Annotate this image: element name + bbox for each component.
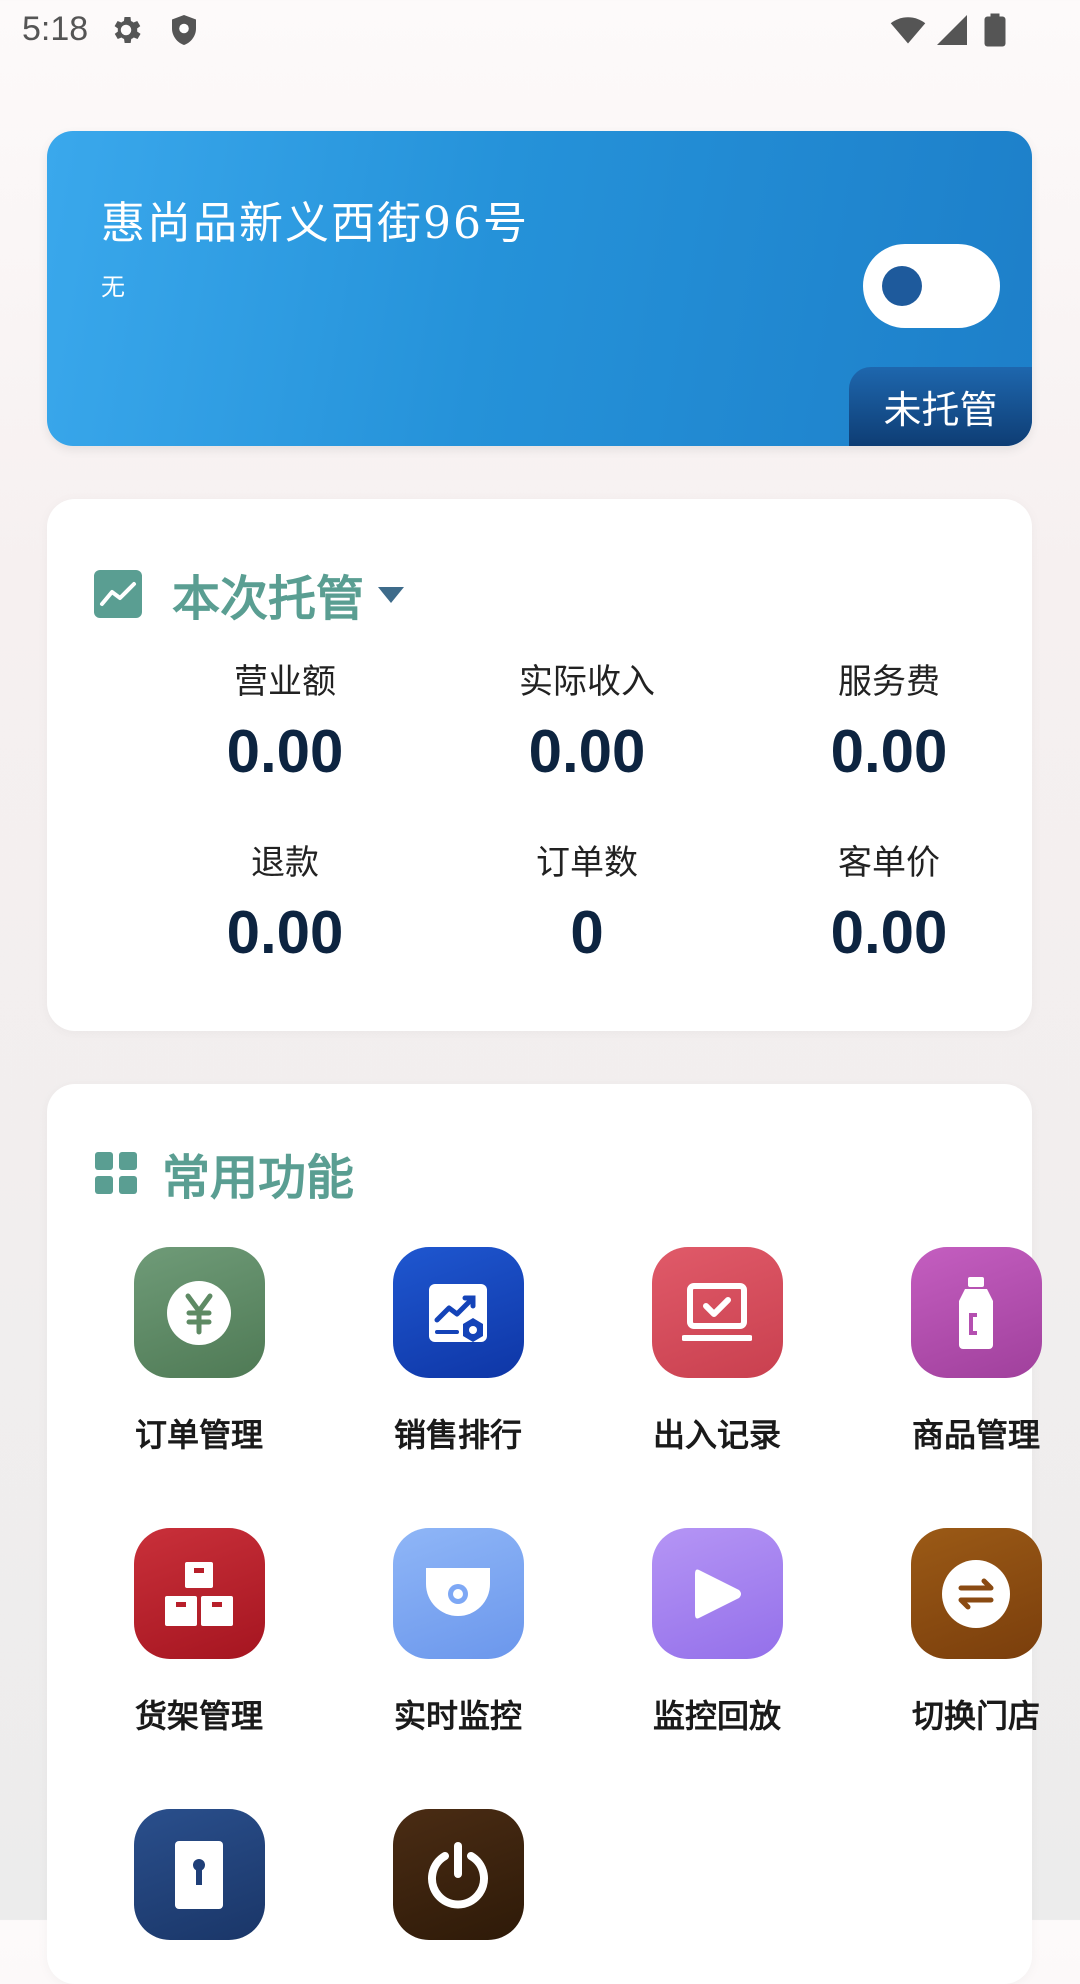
stat-order-count: 订单数 0 xyxy=(437,835,737,967)
func-icon-bg xyxy=(133,1528,265,1659)
play-icon xyxy=(695,1569,741,1618)
functions-title: 常用功能 xyxy=(162,1150,355,1206)
shield-icon xyxy=(172,15,196,45)
stat-value: 0.00 xyxy=(830,718,948,785)
func-label: 商品管理 xyxy=(911,1416,1040,1454)
status-bar: 5:18 xyxy=(0,0,1080,62)
stat-service-fee: 服务费 0.00 xyxy=(739,654,1039,786)
trend-chart-icon xyxy=(94,570,142,618)
grid-icon xyxy=(95,1152,137,1194)
func-sales-ranking[interactable]: 销售排行 xyxy=(358,1247,558,1456)
func-label: 订单管理 xyxy=(134,1416,263,1454)
stat-value: 0.00 xyxy=(830,899,948,966)
functions-header: 常用功能 xyxy=(94,1138,354,1208)
laptop-check-icon xyxy=(682,1282,752,1341)
func-order-management[interactable]: 订单管理 xyxy=(99,1247,299,1456)
stats-title: 本次托管 xyxy=(172,571,365,627)
func-icon-bg xyxy=(910,1528,1042,1659)
power-icon xyxy=(428,1841,488,1908)
func-label: 实时监控 xyxy=(393,1697,522,1735)
store-subtitle: 无 xyxy=(101,273,125,301)
func-shelf-management[interactable]: 货架管理 xyxy=(99,1528,299,1737)
stat-label: 订单数 xyxy=(536,843,638,883)
signal-icon xyxy=(937,15,967,45)
stat-label: 营业额 xyxy=(234,662,336,702)
func-label: 出入记录 xyxy=(652,1416,781,1454)
bottle-icon xyxy=(959,1276,993,1349)
stats-card: 本次托管 营业额 0.00 实际收入 0.00 服务费 0.00 退款 0.00… xyxy=(47,499,1032,1031)
stat-value: 0.00 xyxy=(528,718,646,785)
func-label: 销售排行 xyxy=(393,1416,522,1454)
func-switch-store[interactable]: 切换门店 xyxy=(876,1528,1076,1737)
stat-value: 0.00 xyxy=(226,718,344,785)
stat-value: 0.00 xyxy=(226,899,344,966)
func-icon-bg xyxy=(910,1247,1042,1378)
switch-icon xyxy=(942,1559,1010,1628)
wifi-icon xyxy=(890,17,926,44)
func-access-records[interactable]: 出入记录 xyxy=(617,1247,817,1456)
yuan-icon xyxy=(167,1280,231,1345)
stat-refund: 退款 0.00 xyxy=(135,835,435,967)
func-power[interactable] xyxy=(358,1809,558,1972)
status-time: 5:18 xyxy=(22,10,89,48)
chart-icon xyxy=(429,1283,487,1342)
boxes-icon xyxy=(165,1561,233,1626)
func-icon-bg xyxy=(133,1247,265,1378)
hosting-status-badge: 未托管 xyxy=(849,367,1032,446)
func-product-management[interactable]: 商品管理 xyxy=(876,1247,1076,1456)
func-icon-bg xyxy=(392,1247,524,1378)
battery-icon xyxy=(984,13,1006,47)
func-label: 切换门店 xyxy=(911,1697,1040,1735)
stat-avg-order-value: 客单价 0.00 xyxy=(739,835,1039,967)
stat-revenue: 营业额 0.00 xyxy=(135,654,435,786)
functions-card: 常用功能 订单管理 销售排行 出入记录 商品管理 货架管理 实时监控 监控回放 … xyxy=(47,1084,1042,1984)
func-playback[interactable]: 监控回放 xyxy=(617,1528,817,1737)
camera-icon xyxy=(426,1567,490,1616)
stat-label: 服务费 xyxy=(838,662,940,702)
stat-actual-income: 实际收入 0.00 xyxy=(437,654,737,786)
store-name: 惠尚品新义西街96号 xyxy=(101,198,529,249)
func-icon-bg xyxy=(651,1247,783,1378)
stat-label: 客单价 xyxy=(838,843,940,883)
func-icon-bg xyxy=(392,1528,524,1659)
func-icon-bg xyxy=(133,1809,265,1940)
func-label: 监控回放 xyxy=(652,1697,781,1735)
toggle-knob xyxy=(882,266,922,306)
stat-label: 退款 xyxy=(251,843,319,883)
func-label: 货架管理 xyxy=(134,1697,263,1735)
stats-header[interactable]: 本次托管 xyxy=(94,559,406,629)
func-icon-bg xyxy=(392,1809,524,1940)
dropdown-caret-icon[interactable] xyxy=(376,583,406,605)
door-icon xyxy=(175,1840,223,1909)
stat-value: 0 xyxy=(570,899,604,966)
stat-label: 实际收入 xyxy=(519,662,655,702)
func-door-control[interactable] xyxy=(99,1809,299,1972)
store-card: 惠尚品新义西街96号 无 未托管 xyxy=(47,131,1032,446)
hosting-toggle[interactable] xyxy=(863,244,1000,328)
settings-icon xyxy=(114,16,141,44)
func-icon-bg xyxy=(651,1528,783,1659)
func-live-monitoring[interactable]: 实时监控 xyxy=(358,1528,558,1737)
